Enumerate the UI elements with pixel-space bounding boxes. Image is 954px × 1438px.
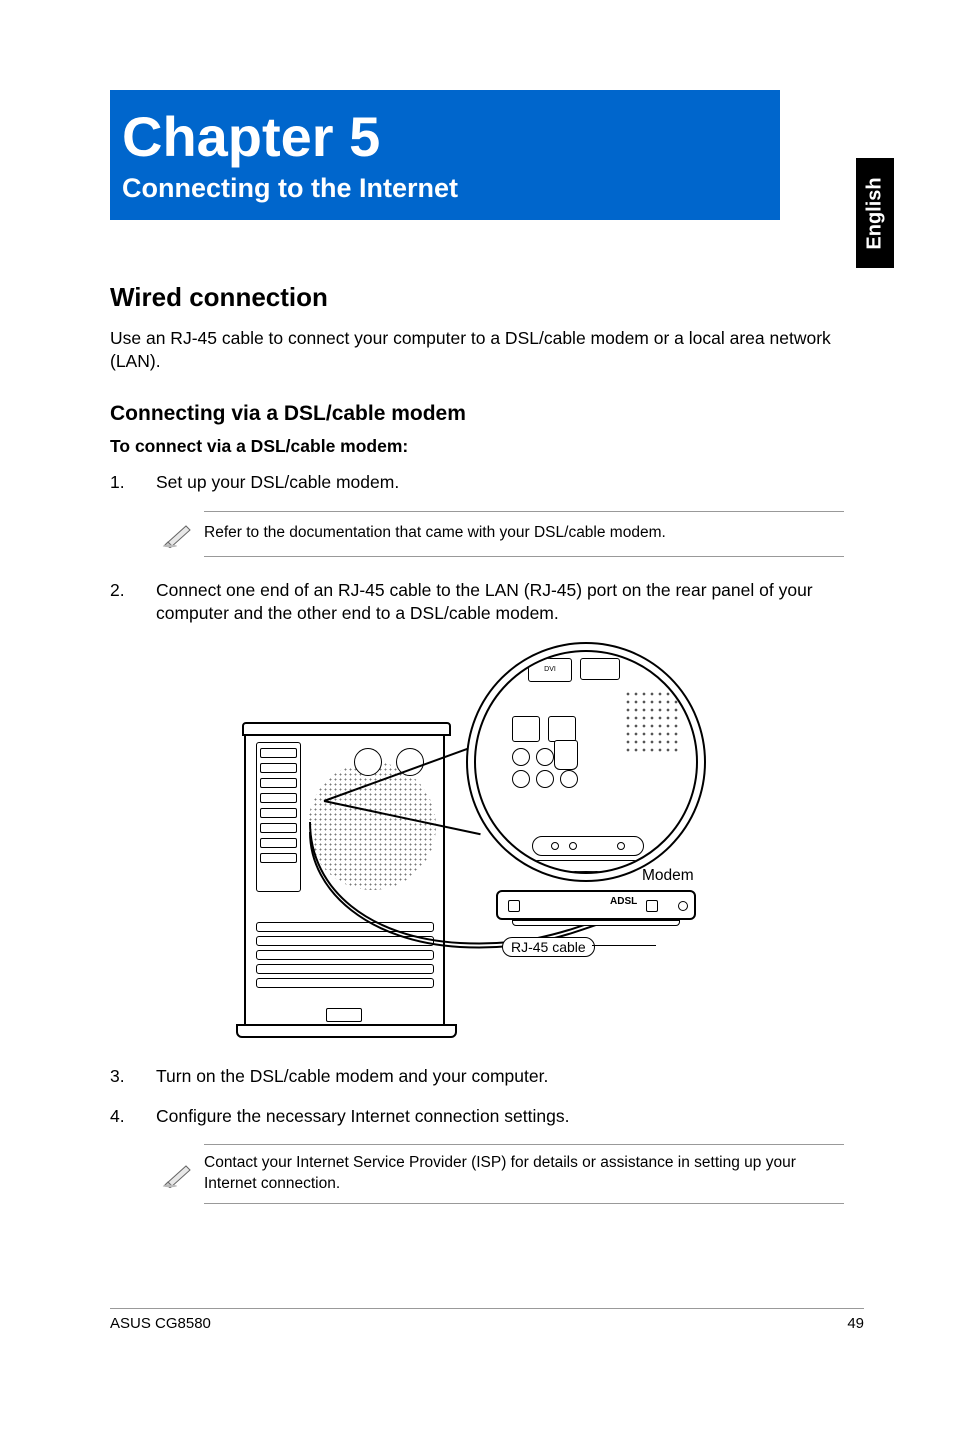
modem-base (512, 920, 680, 926)
modem-port (646, 900, 658, 912)
label-line (592, 945, 656, 947)
rj45-plug (554, 740, 578, 770)
footer-left: ASUS CG8580 (110, 1315, 211, 1332)
page-footer: ASUS CG8580 49 (110, 1308, 864, 1332)
step-3-num: 3. (110, 1065, 156, 1089)
step-3: 3. Turn on the DSL/cable modem and your … (110, 1065, 844, 1089)
modem-device: ADSL (496, 890, 696, 920)
fan-icon (354, 748, 382, 776)
step-1-num: 1. (110, 471, 156, 495)
dvi-label: DVI (544, 666, 556, 673)
note-1: Refer to the documentation that came wit… (156, 511, 844, 557)
step-3-text: Turn on the DSL/cable modem and your com… (156, 1065, 844, 1089)
audio-jack (536, 748, 554, 766)
vent-pattern (624, 690, 680, 754)
modem-label: Modem (642, 867, 694, 885)
modem-port (508, 900, 520, 912)
step-2-num: 2. (110, 579, 156, 626)
dvi-port: DVI (528, 658, 572, 682)
vga-port (580, 658, 620, 680)
connection-diagram: DVI (156, 642, 826, 1037)
note-rule (204, 1203, 844, 1204)
language-tab: English (856, 158, 894, 268)
section-title: Wired connection (110, 282, 844, 313)
subsection-lead: To connect via a DSL/cable modem: (110, 436, 844, 457)
manual-page: English Chapter 5 Connecting to the Inte… (0, 0, 954, 1438)
usb-port (548, 716, 576, 742)
language-label: English (864, 177, 887, 249)
modem-led (678, 901, 688, 911)
step-2-text: Connect one end of an RJ-45 cable to the… (156, 579, 844, 626)
audio-jack (512, 770, 530, 788)
section-intro: Use an RJ-45 cable to connect your compu… (110, 327, 844, 374)
step-1: 1. Set up your DSL/cable modem. (110, 471, 844, 495)
adsl-label: ADSL (610, 896, 637, 907)
step-4-text: Configure the necessary Internet connect… (156, 1105, 844, 1129)
pencil-note-icon (156, 520, 204, 548)
subsection-title: Connecting via a DSL/cable modem (110, 402, 844, 426)
audio-jack (536, 770, 554, 788)
audio-jack (560, 770, 578, 788)
step-4: 4. Configure the necessary Internet conn… (110, 1105, 844, 1129)
footer-rule (110, 1308, 864, 1309)
step-4-num: 4. (110, 1105, 156, 1129)
page-number: 49 (847, 1315, 864, 1332)
psu-socket (326, 1008, 362, 1022)
usb-port (512, 716, 540, 742)
step-1-text: Set up your DSL/cable modem. (156, 471, 844, 495)
rj45-cable-label: RJ-45 cable (502, 937, 595, 957)
note-rule (204, 556, 844, 557)
chapter-title: Connecting to the Internet (122, 173, 768, 204)
note-2-text: Contact your Internet Service Provider (… (204, 1153, 844, 1195)
step-2: 2. Connect one end of an RJ-45 cable to … (110, 579, 844, 626)
note-1-text: Refer to the documentation that came wit… (204, 523, 844, 544)
audio-jack (512, 748, 530, 766)
pencil-note-icon (156, 1160, 204, 1188)
chapter-banner: Chapter 5 Connecting to the Internet (110, 90, 780, 220)
chapter-number: Chapter 5 (122, 108, 768, 167)
note-2: Contact your Internet Service Provider (… (156, 1144, 844, 1204)
